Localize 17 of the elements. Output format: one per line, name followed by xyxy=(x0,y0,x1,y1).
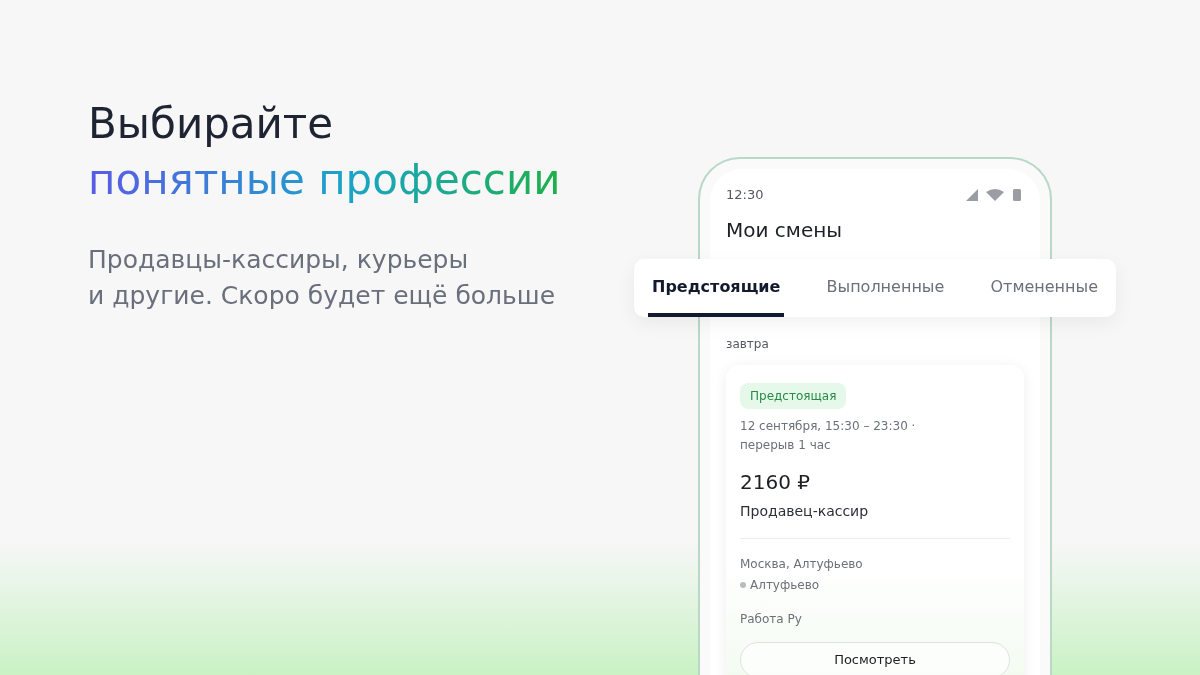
job-role: Продавец-кассир xyxy=(740,501,870,521)
status-time: 12:30 xyxy=(726,186,764,204)
status-icons xyxy=(966,188,1024,201)
address: Москва, Алтуфьево xyxy=(740,555,864,573)
shift-pay: 2160 ₽ xyxy=(740,468,811,496)
status-badge: Предстоящая xyxy=(740,382,847,409)
headline: Выбирайте xyxy=(88,98,335,150)
tab[interactable]: Выполненные xyxy=(822,258,949,317)
employer: Работа Ру xyxy=(740,610,803,628)
subtitle: Продавцы-кассиры, курьеры и другие. Скоро будет ещё больше xyxy=(88,244,557,312)
section-label: завтра xyxy=(725,335,770,353)
view-button[interactable]: Посмотреть xyxy=(740,641,1010,675)
screen-title: Мои смены xyxy=(725,216,844,244)
tab[interactable]: Отмененные xyxy=(986,258,1102,317)
tab[interactable]: Предстоящие xyxy=(648,258,785,317)
metro-station: Алтуфьево xyxy=(750,576,820,594)
shift-schedule: 12 сентября, 15:30 – 23:30 · перерыв 1 час xyxy=(740,417,917,454)
